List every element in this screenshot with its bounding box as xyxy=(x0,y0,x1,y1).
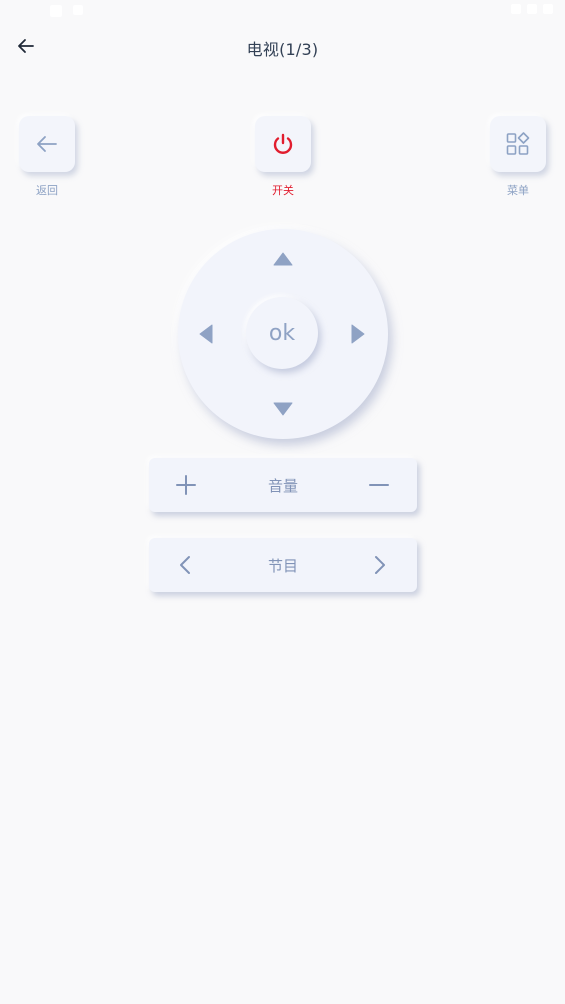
menu-label: 菜单 xyxy=(507,184,529,197)
remote-back-button[interactable] xyxy=(19,116,75,172)
wifi-icon xyxy=(511,4,521,14)
dpad-right-button[interactable] xyxy=(340,316,376,352)
app-header: 电视(1/3) xyxy=(0,26,565,66)
signal-icon xyxy=(527,4,537,14)
status-icons xyxy=(511,4,553,14)
notification-icon xyxy=(73,5,83,15)
ok-button[interactable]: ok xyxy=(246,297,318,369)
power-button[interactable] xyxy=(255,116,311,172)
power-label: 开关 xyxy=(272,184,294,197)
triangle-down-icon xyxy=(273,402,293,416)
menu-button[interactable] xyxy=(490,116,546,172)
apps-icon xyxy=(506,132,530,155)
arrow-left-icon xyxy=(37,136,57,152)
back-label: 返回 xyxy=(36,184,58,197)
key-menu-group: 菜单 xyxy=(490,116,546,206)
channel-next-button[interactable] xyxy=(361,547,397,583)
channel-control: 节目 xyxy=(149,538,417,592)
key-power-group: 开关 xyxy=(255,116,311,206)
triangle-up-icon xyxy=(273,252,293,266)
minus-icon xyxy=(369,484,389,486)
key-back-group: 返回 xyxy=(19,116,75,206)
status-bar xyxy=(0,0,565,22)
volume-control: 音量 xyxy=(149,458,417,512)
dpad-down-button[interactable] xyxy=(265,391,301,427)
volume-down-button[interactable] xyxy=(361,467,397,503)
chevron-right-icon xyxy=(375,556,385,574)
dpad-up-button[interactable] xyxy=(265,241,301,277)
triangle-right-icon xyxy=(351,324,365,344)
power-icon xyxy=(273,133,293,154)
dpad: ok xyxy=(178,229,388,439)
notification-icon xyxy=(50,5,62,17)
battery-icon xyxy=(543,4,553,14)
page-title: 电视(1/3) xyxy=(246,40,319,59)
dpad-left-button[interactable] xyxy=(188,316,224,352)
triangle-left-icon xyxy=(199,324,213,344)
top-keys: 返回 开关 菜单 xyxy=(0,116,565,206)
